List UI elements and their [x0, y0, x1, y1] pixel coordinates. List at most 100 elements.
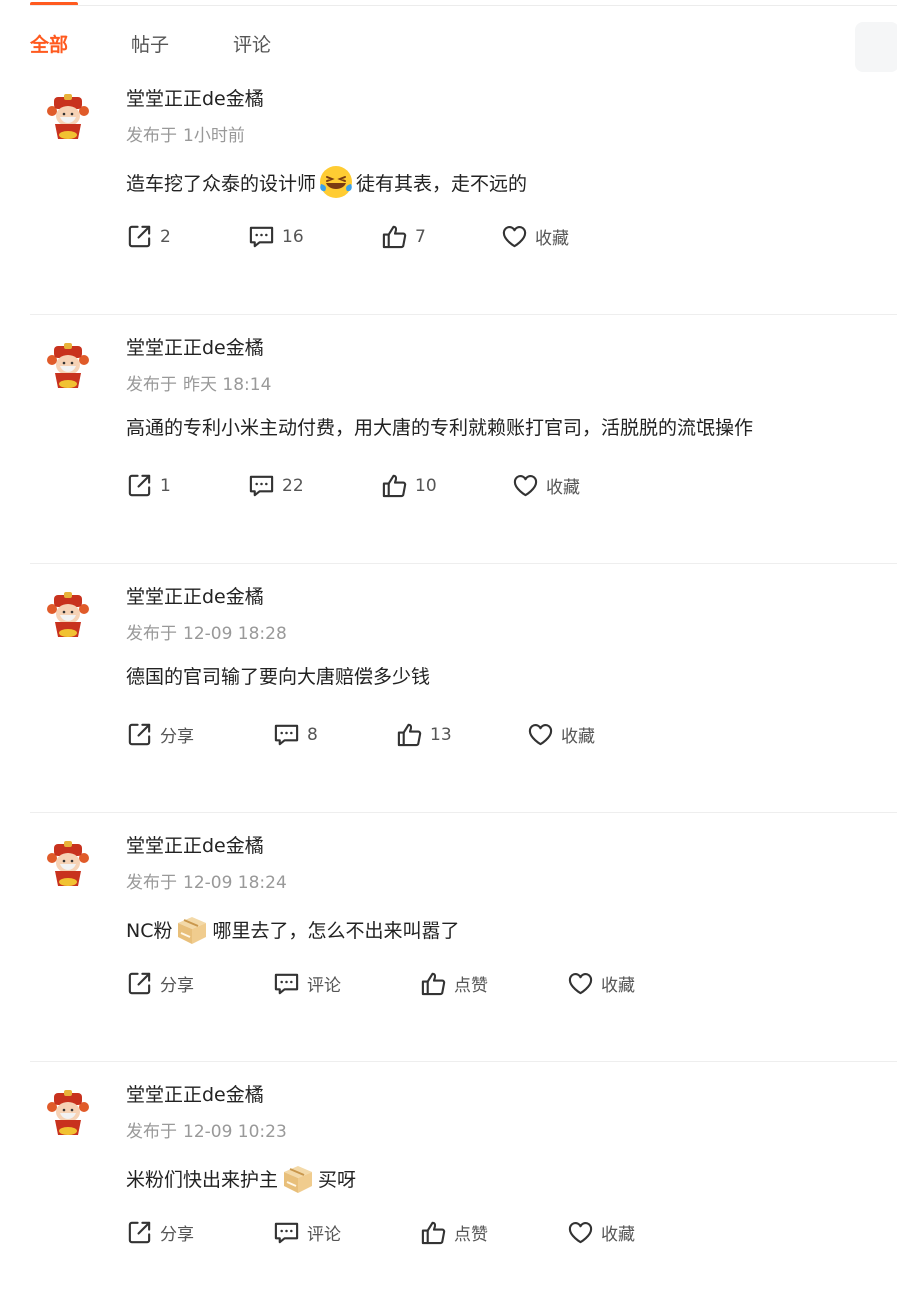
author-name[interactable]: 堂堂正正de金橘	[126, 831, 264, 858]
post-item[interactable]: 堂堂正正de金橘发布于 昨天 18:14 高通的专利小米主动付费，用大唐的专利就赖账…	[0, 315, 897, 564]
post-text-after: 买呀	[318, 1168, 357, 1191]
like-label: 10	[415, 475, 437, 496]
tab-posts[interactable]: 帖子	[131, 30, 169, 57]
comment-label: 评论	[307, 1225, 341, 1245]
post-content[interactable]: 造车挖了众泰的设计师 徒有其表，走不远的	[126, 164, 527, 200]
post-content[interactable]: NC粉 哪里去了，怎么不出来叫嚣了	[126, 911, 460, 947]
like-button[interactable]: 13	[396, 721, 452, 748]
share-icon	[126, 1219, 160, 1246]
post-item[interactable]: 堂堂正正de金橘发布于 12-09 18:24 NC粉 哪里去了，怎么不出来叫嚣了分享…	[0, 813, 897, 1062]
share-label: 分享	[160, 976, 194, 996]
like-button[interactable]: 10	[381, 472, 437, 499]
time-value: 12-09 18:24	[183, 873, 287, 893]
share-icon	[126, 970, 160, 997]
share-button[interactable]: 分享	[126, 721, 194, 748]
share-label: 分享	[160, 1225, 194, 1245]
like-label: 7	[415, 226, 426, 247]
heart-icon	[512, 472, 546, 499]
heart-icon	[567, 970, 601, 997]
comment-button[interactable]: 16	[248, 223, 304, 250]
top-divider	[30, 5, 897, 6]
post-item[interactable]: 堂堂正正de金橘发布于 1小时前造车挖了众泰的设计师 徒有其表，走不远的 2 16 7 收藏	[0, 66, 897, 315]
share-label: 分享	[160, 727, 194, 747]
share-label: 1	[160, 475, 171, 496]
post-time: 发布于 12-09 10:23	[126, 1117, 287, 1142]
comment-label: 8	[307, 724, 318, 745]
like-button[interactable]: 点赞	[420, 970, 488, 997]
avatar[interactable]	[42, 340, 94, 392]
share-icon	[126, 472, 160, 499]
time-value: 12-09 18:28	[183, 624, 287, 644]
favorite-button[interactable]: 收藏	[512, 472, 580, 499]
comment-button[interactable]: 评论	[273, 1219, 341, 1246]
author-name[interactable]: 堂堂正正de金橘	[126, 333, 264, 360]
like-button[interactable]: 7	[381, 223, 426, 250]
time-prefix: 发布于	[126, 375, 177, 395]
like-button[interactable]: 点赞	[420, 1219, 488, 1246]
like-icon	[396, 721, 430, 748]
share-button[interactable]: 1	[126, 472, 171, 499]
post-content[interactable]: 高通的专利小米主动付费，用大唐的专利就赖账打官司，活脱脱的流氓操作	[126, 413, 753, 440]
author-name[interactable]: 堂堂正正de金橘	[126, 84, 264, 111]
post-item[interactable]: 堂堂正正de金橘 发布于 12-09 10:23 米粉们快出来护主 买呀分享 评论 点赞 收藏	[0, 1062, 897, 1311]
like-icon	[381, 223, 415, 250]
like-label: 点赞	[454, 1225, 488, 1245]
comment-label: 22	[282, 475, 304, 496]
tab-all[interactable]: 全部	[30, 30, 68, 57]
favorite-label: 收藏	[601, 976, 635, 996]
share-icon	[126, 721, 160, 748]
time-prefix: 发布于	[126, 126, 177, 146]
favorite-label: 收藏	[535, 229, 569, 249]
post-content[interactable]: 米粉们快出来护主 买呀	[126, 1160, 356, 1196]
comment-button[interactable]: 22	[248, 472, 304, 499]
time-prefix: 发布于	[126, 624, 177, 644]
post-text: 造车挖了众泰的设计师	[126, 172, 317, 195]
cardboard-box-emoji	[280, 1160, 316, 1196]
favorite-label: 收藏	[546, 478, 580, 498]
comment-button[interactable]: 评论	[273, 970, 341, 997]
heart-icon	[501, 223, 535, 250]
tab-comments[interactable]: 评论	[233, 30, 271, 57]
comment-icon	[273, 970, 307, 997]
post-text: 高通的专利小米主动付费，用大唐的专利就赖账打官司，活脱脱的流氓操作	[126, 417, 754, 439]
post-item[interactable]: 堂堂正正de金橘发布于 12-09 18:28 德国的官司输了要向大唐赔偿多少钱分享…	[0, 564, 897, 813]
share-button[interactable]: 分享	[126, 970, 194, 997]
share-label: 2	[160, 226, 171, 247]
author-name[interactable]: 堂堂正正de金橘	[126, 582, 264, 609]
avatar[interactable]	[42, 589, 94, 641]
time-value: 1小时前	[183, 126, 245, 146]
favorite-button[interactable]: 收藏	[567, 970, 635, 997]
comment-label: 评论	[307, 976, 341, 996]
post-text-after: 徒有其表，走不远的	[356, 172, 528, 195]
post-time: 发布于 1小时前	[126, 121, 245, 146]
favorite-button[interactable]: 收藏	[527, 721, 595, 748]
post-time: 发布于 12-09 18:28	[126, 619, 287, 644]
share-button[interactable]: 2	[126, 223, 171, 250]
share-icon	[126, 223, 160, 250]
laughing-tears-emoji	[318, 164, 354, 200]
time-prefix: 发布于	[126, 873, 177, 893]
avatar[interactable]	[42, 91, 94, 143]
comment-icon	[273, 1219, 307, 1246]
time-value: 昨天 18:14	[183, 375, 272, 395]
comment-icon	[248, 223, 282, 250]
post-text: 德国的官司输了要向大唐赔偿多少钱	[126, 666, 431, 688]
avatar[interactable]	[42, 838, 94, 890]
comment-icon	[273, 721, 307, 748]
author-name[interactable]: 堂堂正正de金橘	[126, 1080, 264, 1107]
comment-label: 16	[282, 226, 304, 247]
like-icon	[381, 472, 415, 499]
favorite-button[interactable]: 收藏	[501, 223, 569, 250]
favorite-button[interactable]: 收藏	[567, 1219, 635, 1246]
post-time: 发布于 12-09 18:24	[126, 868, 287, 893]
comment-button[interactable]: 8	[273, 721, 318, 748]
time-value: 12-09 10:23	[183, 1122, 287, 1142]
like-label: 13	[430, 724, 452, 745]
post-content[interactable]: 德国的官司输了要向大唐赔偿多少钱	[126, 662, 430, 689]
like-icon	[420, 1219, 454, 1246]
post-text-after: 哪里去了，怎么不出来叫嚣了	[212, 919, 460, 942]
search-box[interactable]	[855, 22, 897, 72]
heart-icon	[567, 1219, 601, 1246]
share-button[interactable]: 分享	[126, 1219, 194, 1246]
avatar[interactable]	[42, 1087, 94, 1139]
